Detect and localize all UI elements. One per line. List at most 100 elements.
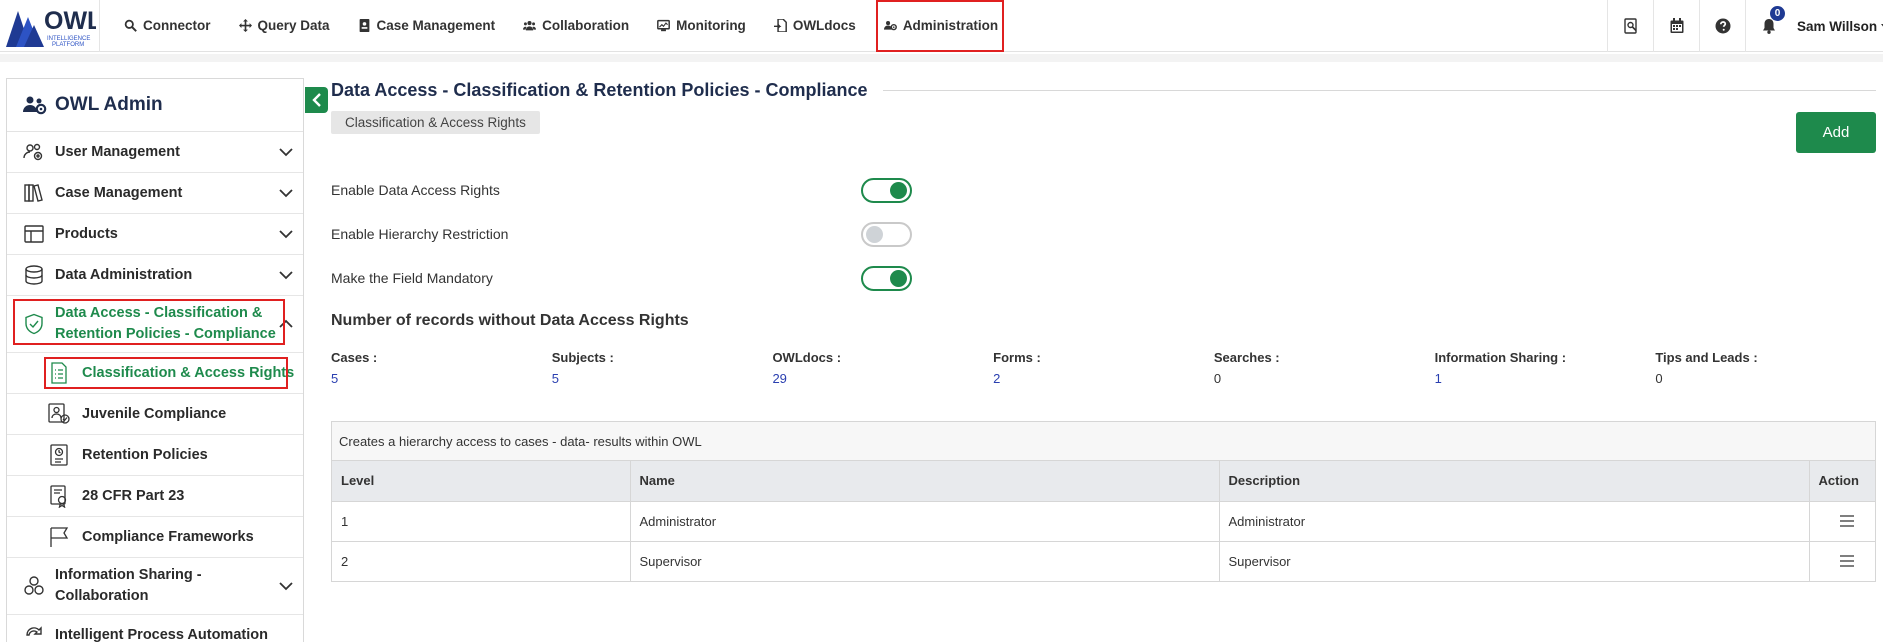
chevron-down-icon: [279, 145, 293, 159]
sidebar-subitem-juvenile-compliance[interactable]: Juvenile Compliance: [7, 394, 303, 435]
chevron-down-icon: [279, 227, 293, 241]
cell-action: [1809, 501, 1875, 542]
hamburger-menu-icon[interactable]: [1839, 515, 1854, 527]
records-stats: Cases : 5 Subjects : 5 OWLdocs : 29 Forms :…: [331, 350, 1876, 386]
sidebar-subitem-classification-access-rights[interactable]: Classification & Access Rights: [7, 353, 303, 394]
chevron-down-icon: [279, 268, 293, 282]
sidebar-item-label-line1: Data Access - Classification &: [55, 305, 263, 321]
cell-name: Supervisor: [630, 541, 1220, 581]
toggle-row-mandatory: Make the Field Mandatory: [331, 265, 1031, 291]
sidebar-item-user-management[interactable]: User Management: [7, 132, 303, 173]
report-button[interactable]: [1607, 0, 1653, 52]
share-circles-icon: [23, 575, 45, 597]
stat-label: Tips and Leads :: [1655, 350, 1758, 365]
sidebar-item-label: Juvenile Compliance: [82, 406, 227, 422]
user-name-label: Sam Willson: [1797, 18, 1878, 34]
field-mandatory-toggle[interactable]: [861, 266, 912, 291]
sidebar-item-intelligent-process-automation[interactable]: Intelligent Process Automation: [7, 615, 303, 642]
certificate-icon: [47, 484, 71, 509]
sidebar-item-data-administration[interactable]: Data Administration: [7, 255, 303, 296]
id-card-icon: [359, 19, 369, 32]
sidebar-item-case-management[interactable]: Case Management: [7, 173, 303, 214]
stat-value-link[interactable]: 2: [993, 371, 1214, 386]
cell-name: Administrator: [630, 501, 1220, 542]
books-icon: [23, 182, 45, 204]
arrows-icon: [238, 19, 252, 32]
owl-logo[interactable]: OWL INTELLIGENCE PLATFORM: [0, 0, 100, 52]
toggle-label: Make the Field Mandatory: [331, 270, 493, 286]
calendar-button[interactable]: [1653, 0, 1699, 52]
cell-action: [1809, 541, 1875, 581]
toggle-label: Enable Data Access Rights: [331, 182, 500, 198]
nav-label: Query Data: [257, 18, 330, 33]
nav-query-data[interactable]: Query Data: [225, 9, 344, 43]
shield-check-icon: [23, 313, 45, 335]
table-header-row: Level Name Description Action: [332, 461, 1875, 502]
stat-tips-and-leads: Tips and Leads : 0: [1655, 350, 1876, 386]
sidebar-item-data-access-compliance[interactable]: Data Access - Classification & Retention …: [7, 296, 303, 353]
nav-label: Connector: [143, 18, 211, 33]
stat-information-sharing: Information Sharing : 1: [1435, 350, 1656, 386]
nav-administration[interactable]: Administration: [875, 0, 1005, 52]
stat-value-link[interactable]: 5: [331, 371, 552, 386]
toggle-label: Enable Hierarchy Restriction: [331, 226, 509, 242]
stat-value-link[interactable]: 1: [1435, 371, 1656, 386]
checklist-icon: [47, 361, 71, 385]
cell-description: Supervisor: [1219, 541, 1810, 581]
enable-hierarchy-toggle[interactable]: [861, 222, 912, 247]
sidebar-subitem-retention-policies[interactable]: Retention Policies: [7, 435, 303, 476]
stat-value-link[interactable]: 29: [772, 371, 993, 386]
column-header-level[interactable]: Level: [332, 461, 631, 502]
calendar-icon: [1670, 18, 1683, 33]
top-navbar: OWL INTELLIGENCE PLATFORM Connector Quer…: [0, 0, 1883, 52]
notifications-button[interactable]: 0: [1745, 0, 1791, 52]
nav-collaboration[interactable]: Collaboration: [509, 9, 643, 43]
cell-description: Administrator: [1219, 501, 1810, 542]
help-button[interactable]: [1699, 0, 1745, 52]
table-row: 1 Administrator Administrator: [332, 501, 1875, 542]
page-header: Data Access - Classification & Retention…: [331, 78, 1876, 102]
sidebar-title: OWL Admin: [7, 79, 303, 132]
layout-icon: [23, 223, 45, 245]
nav-divider: [0, 54, 1883, 62]
column-header-action: Action: [1809, 461, 1875, 502]
title-divider: [883, 89, 1876, 91]
user-menu[interactable]: Sam Willson: [1791, 0, 1883, 52]
sidebar-item-information-sharing[interactable]: Information Sharing - Collaboration: [7, 558, 303, 615]
users-gear-icon: [23, 96, 47, 115]
document-icon: [773, 19, 787, 32]
chevron-down-icon: [279, 579, 293, 593]
hamburger-menu-icon[interactable]: [1839, 555, 1854, 567]
nav-case-management[interactable]: Case Management: [344, 9, 510, 43]
sidebar-item-label: Case Management: [55, 184, 183, 201]
stat-label: Cases :: [331, 350, 378, 365]
database-icon: [23, 264, 45, 286]
nav-label: OWLdocs: [792, 18, 856, 33]
sidebar-item-products[interactable]: Products: [7, 214, 303, 255]
automation-icon: [23, 624, 45, 642]
sidebar-collapse-button[interactable]: [305, 87, 328, 113]
chevron-up-icon: [279, 317, 293, 331]
sidebar-subitem-compliance-frameworks[interactable]: Compliance Frameworks: [7, 517, 303, 558]
sidebar-item-label: Data Access - Classification & Retention …: [55, 303, 276, 345]
column-header-name[interactable]: Name: [630, 461, 1220, 502]
users-icon: [523, 21, 537, 31]
sidebar-item-label: Classification & Access Rights: [82, 365, 295, 381]
toggle-knob: [866, 226, 883, 243]
hierarchy-table: Level Name Description Action 1 Administ…: [332, 461, 1875, 581]
table-caption: Creates a hierarchy access to cases - da…: [332, 422, 1875, 461]
stat-value-link[interactable]: 5: [552, 371, 773, 386]
column-header-description[interactable]: Description: [1219, 461, 1810, 502]
stat-subjects: Subjects : 5: [552, 350, 773, 386]
nav-owldocs[interactable]: OWLdocs: [760, 9, 870, 43]
nav-connector[interactable]: Connector: [110, 9, 225, 43]
sidebar-subitem-28-cfr-part-23[interactable]: 28 CFR Part 23: [7, 476, 303, 517]
enable-data-access-toggle[interactable]: [861, 178, 912, 203]
stat-owldocs: OWLdocs : 29: [772, 350, 993, 386]
nav-monitoring[interactable]: Monitoring: [643, 9, 760, 43]
stat-forms: Forms : 2: [993, 350, 1214, 386]
add-button[interactable]: Add: [1796, 112, 1876, 153]
sidebar-item-label: Information Sharing - Collaboration: [55, 565, 202, 607]
admin-sidebar: OWL Admin User Management Case Managemen…: [6, 78, 304, 642]
main-content: Data Access - Classification & Retention…: [331, 78, 1876, 582]
